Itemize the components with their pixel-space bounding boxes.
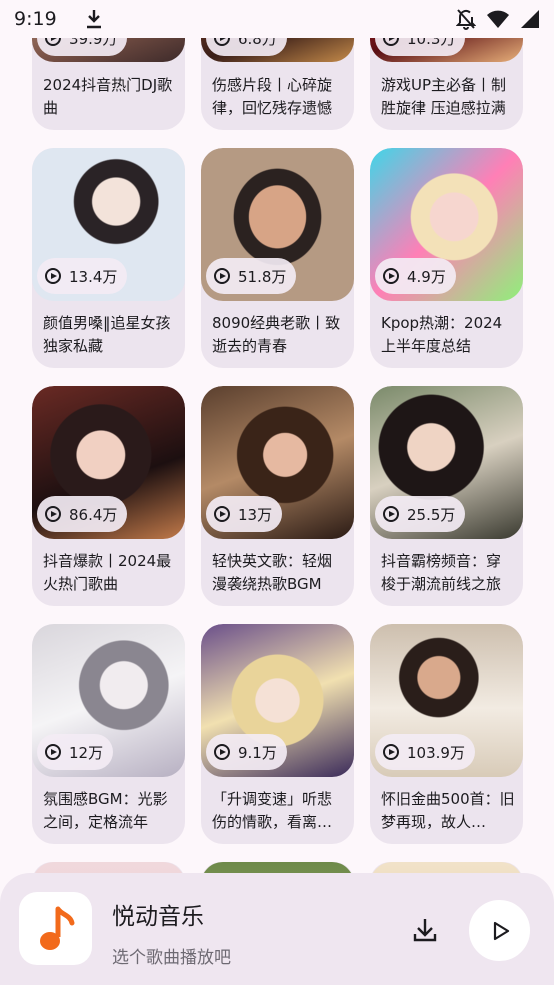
play-count: 86.4万 — [69, 505, 118, 524]
playlist-card[interactable]: 9.1万 「升调变速」听悲伤的情歌，看离… — [201, 624, 354, 844]
play-icon — [383, 506, 399, 522]
play-icon — [383, 268, 399, 284]
player-subtitle: 选个歌曲播放吧 — [112, 948, 231, 968]
playlist-title: 2024抖音热门DJ歌曲 — [43, 76, 173, 117]
play-icon — [45, 506, 61, 522]
play-icon — [214, 506, 230, 522]
signal-icon — [521, 10, 539, 28]
playlist-card[interactable]: 4.9万 Kpop热潮：2024上半年度总结 — [370, 148, 523, 368]
download-icon — [86, 10, 101, 29]
playlist-title: Kpop热潮：2024上半年度总结 — [381, 314, 503, 355]
playlist-title: 抖音霸榜频音：穿梭于潮流前线之旅 — [381, 552, 502, 593]
download-icon[interactable] — [412, 917, 438, 943]
play-icon — [214, 268, 230, 284]
app-logo — [19, 892, 92, 965]
play-icon — [383, 744, 399, 760]
mini-player: 悦动音乐 选个歌曲播放吧 — [0, 873, 554, 985]
playlist-card[interactable]: 13.4万 颜值男嗓‖追星女孩独家私藏 — [32, 148, 185, 368]
play-icon — [214, 744, 230, 760]
play-count: 12万 — [69, 743, 104, 762]
playlist-card[interactable]: 25.5万 抖音霸榜频音：穿梭于潮流前线之旅 — [370, 386, 523, 606]
play-count-badge: 51.8万 — [206, 258, 297, 294]
play-count: 9.1万 — [238, 743, 277, 762]
playlist-title: 抖音爆款丨2024最火热门歌曲 — [43, 552, 172, 593]
playlist-card[interactable]: 13万 轻快英文歌：轻烟漫袭绕热歌BGM — [201, 386, 354, 606]
play-count: 51.8万 — [238, 267, 287, 286]
wifi-icon — [487, 10, 509, 28]
playlist-title: 怀旧金曲500首：旧梦再现，故人… — [381, 790, 515, 831]
mute-icon — [456, 9, 476, 30]
playlist-title: 游戏UP主必备丨制胜旋律 压迫感拉满 — [381, 76, 507, 117]
play-button[interactable] — [469, 900, 530, 961]
playlist-card[interactable]: 103.9万 怀旧金曲500首：旧梦再现，故人… — [370, 624, 523, 844]
play-count-badge: 13万 — [206, 496, 283, 532]
play-count-badge: 103.9万 — [375, 734, 475, 770]
playlist-title: 氛围感BGM：光影之间，定格流年 — [43, 790, 168, 831]
playlist-card[interactable]: 51.8万 8090经典老歌丨致逝去的青春 — [201, 148, 354, 368]
playlist-title: 伤感片段丨心碎旋律，回忆残存遗憾 — [212, 76, 333, 117]
play-count-badge: 13.4万 — [37, 258, 128, 294]
play-count-badge: 12万 — [37, 734, 114, 770]
status-time: 9:19 — [14, 8, 57, 30]
play-icon — [45, 268, 61, 284]
play-count: 13万 — [238, 505, 273, 524]
play-count-badge: 86.4万 — [37, 496, 128, 532]
play-count: 103.9万 — [407, 743, 465, 762]
play-icon — [45, 744, 61, 760]
play-icon — [493, 921, 509, 940]
playlist-card[interactable]: 12万 氛围感BGM：光影之间，定格流年 — [32, 624, 185, 844]
play-count: 4.9万 — [407, 267, 446, 286]
play-count-badge: 9.1万 — [206, 734, 287, 770]
play-count-badge: 25.5万 — [375, 496, 466, 532]
app-name: 悦动音乐 — [112, 904, 204, 930]
playlist-title: 8090经典老歌丨致逝去的青春 — [212, 314, 341, 355]
play-count-badge: 4.9万 — [375, 258, 456, 294]
playlist-title: 轻快英文歌：轻烟漫袭绕热歌BGM — [212, 552, 333, 593]
play-count: 25.5万 — [407, 505, 456, 524]
status-bar: 9:19 — [0, 0, 554, 38]
playlist-title: 「升调变速」听悲伤的情歌，看离… — [212, 790, 333, 831]
playlist-title: 颜值男嗓‖追星女孩独家私藏 — [43, 314, 171, 355]
music-note-icon — [39, 906, 74, 950]
play-count: 13.4万 — [69, 267, 118, 286]
playlist-card[interactable]: 86.4万 抖音爆款丨2024最火热门歌曲 — [32, 386, 185, 606]
